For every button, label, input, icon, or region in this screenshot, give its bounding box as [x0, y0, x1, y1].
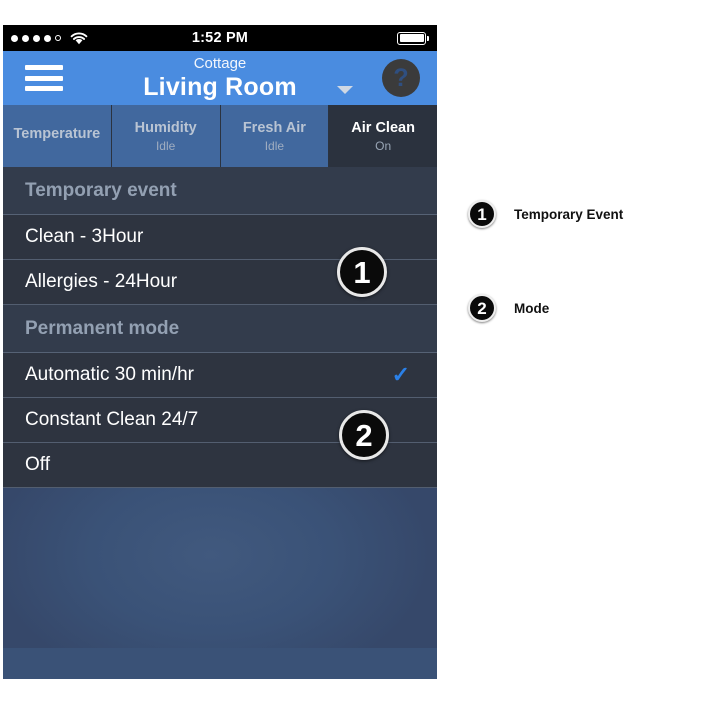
tab-temperature[interactable]: Temperature	[3, 105, 112, 167]
checkmark-icon: ✓	[391, 362, 410, 387]
tab-label: Humidity	[134, 120, 197, 137]
tab-air-clean[interactable]: Air Clean On	[329, 105, 437, 167]
legend-item-2: 2 Mode	[468, 294, 713, 322]
section-header-temporary-event: Temporary event	[3, 167, 437, 215]
hamburger-menu-icon[interactable]	[25, 65, 63, 91]
status-bar-time: 1:52 PM	[191, 30, 249, 46]
nav-title-block: Cottage Living Room	[3, 56, 437, 100]
nav-subtitle: Cottage	[193, 55, 247, 72]
battery-icon	[397, 31, 429, 45]
list-item-label: Clean - 3Hour	[25, 226, 144, 247]
status-bar: 1:52 PM	[3, 25, 437, 51]
legend-badge-1: 1	[468, 200, 496, 228]
tab-fresh-air[interactable]: Fresh Air Idle	[220, 105, 330, 167]
tab-label: Temperature	[13, 126, 101, 143]
list-item-label: Automatic 30 min/hr	[25, 364, 194, 385]
tab-status: Idle	[155, 138, 176, 153]
tab-humidity[interactable]: Humidity Idle	[111, 105, 221, 167]
tab-label: Air Clean	[351, 120, 415, 137]
navigation-bar: Cottage Living Room ?	[3, 51, 437, 105]
page-title: Living Room	[143, 73, 297, 101]
wifi-icon	[71, 31, 88, 44]
help-button[interactable]: ?	[382, 59, 420, 97]
tab-label: Fresh Air	[242, 120, 306, 137]
tab-status: On	[375, 138, 392, 153]
callout-badge-2: 2	[339, 410, 389, 460]
chevron-down-icon[interactable]	[337, 86, 353, 94]
legend: 1 Temporary Event 2 Mode	[468, 200, 713, 388]
tab-bar: Temperature Humidity Idle Fresh Air Idle…	[3, 105, 437, 167]
empty-area	[3, 488, 437, 648]
callout-badge-1: 1	[337, 247, 387, 297]
phone-screenshot: 1:52 PM Cottage Living Room ? Temperatur…	[3, 25, 437, 679]
legend-label: Mode	[514, 300, 550, 316]
legend-label: Temporary Event	[514, 206, 624, 222]
section-header-permanent-mode: Permanent mode	[3, 305, 437, 353]
legend-badge-2: 2	[468, 294, 496, 322]
legend-item-1: 1 Temporary Event	[468, 200, 713, 228]
signal-strength-icon	[11, 34, 62, 42]
list-item[interactable]: Automatic 30 min/hr ✓	[3, 353, 437, 398]
tab-status: Idle	[264, 138, 285, 153]
